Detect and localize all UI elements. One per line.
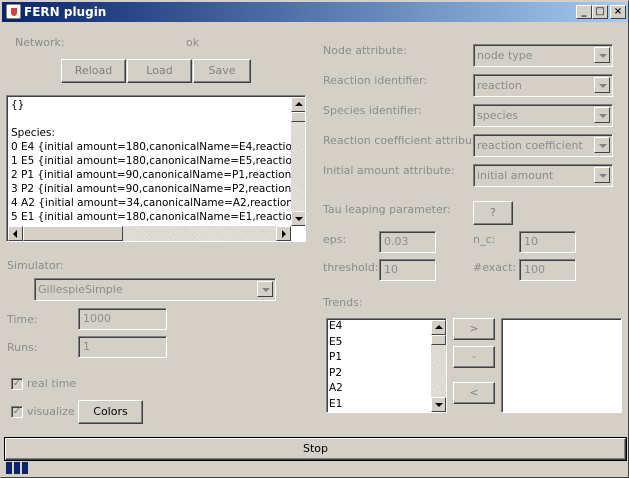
eps-label: eps: <box>323 233 347 246</box>
load-button[interactable]: Load <box>127 59 192 83</box>
species-identifier-value: species <box>477 109 519 122</box>
network-text: {} Species: 0 E4 {initial amount=180,can… <box>11 99 305 223</box>
progress-block <box>22 462 28 474</box>
list-item[interactable]: P2 <box>327 366 446 382</box>
chevron-down-icon[interactable] <box>594 77 610 93</box>
minimize-button[interactable]: _ <box>576 5 592 19</box>
visualize-label: visualize <box>27 405 75 418</box>
nc-label: n_c: <box>473 233 496 246</box>
visualize-checkbox[interactable]: ✓ <box>11 406 23 418</box>
scroll-left-button[interactable] <box>8 226 23 241</box>
list-item[interactable]: E1 <box>327 397 446 413</box>
list-vscroll[interactable] <box>431 320 446 412</box>
window-title: FERN plugin <box>24 5 107 19</box>
list-item[interactable]: A2 <box>327 381 446 397</box>
list-item[interactable]: P1 <box>327 350 446 366</box>
stop-button[interactable]: Stop <box>5 438 626 460</box>
tau-label: Tau leaping parameter: <box>323 203 451 216</box>
simulator-value: GillespieSimple <box>38 283 123 296</box>
network-label: Network: <box>15 36 65 49</box>
chevron-down-icon[interactable] <box>594 167 610 183</box>
vscroll-thumb[interactable] <box>431 335 446 345</box>
maximize-button[interactable]: □ <box>592 5 608 19</box>
reaction-coefficient-label: Reaction coefficient attribute: <box>323 134 487 147</box>
species-identifier-label: Species identifier: <box>323 104 422 117</box>
remove-all-trends-button[interactable]: < <box>453 382 495 404</box>
initial-amount-label: Initial amount attribute: <box>323 164 455 177</box>
tau-help-button[interactable]: ? <box>473 201 513 225</box>
close-button[interactable]: × <box>610 5 626 19</box>
initial-amount-select[interactable]: initial amount <box>473 164 613 187</box>
scroll-up-button[interactable] <box>431 320 446 335</box>
reaction-coefficient-value: reaction coefficient <box>477 139 583 152</box>
reaction-identifier-select[interactable]: reaction <box>473 74 613 97</box>
hscroll-thumb[interactable] <box>23 226 123 241</box>
chevron-down-icon[interactable] <box>257 281 273 297</box>
trends-label: Trends: <box>323 296 363 309</box>
scroll-down-button[interactable] <box>431 397 446 412</box>
reaction-coefficient-select[interactable]: reaction coefficient <box>473 134 613 157</box>
scroll-right-button[interactable] <box>276 226 291 241</box>
title-bar[interactable]: FERN plugin _ □ × <box>2 2 628 22</box>
nc-field[interactable]: 10 <box>519 231 576 253</box>
simulator-label: Simulator: <box>7 259 64 272</box>
list-item[interactable]: E5 <box>327 335 446 351</box>
species-list[interactable]: E4 E5 P1 P2 A2 E1 <box>326 318 447 413</box>
simulator-select[interactable]: GillespieSimple <box>34 278 276 301</box>
plugin-window: FERN plugin _ □ × Network: ok Reload Loa… <box>0 0 629 478</box>
reaction-identifier-value: reaction <box>477 79 522 92</box>
threshold-label: threshold: <box>323 261 379 274</box>
runs-field[interactable]: 1 <box>78 336 167 358</box>
exact-label: #exact: <box>473 261 517 274</box>
colors-button[interactable]: Colors <box>78 400 143 424</box>
progress-block <box>14 462 20 474</box>
reaction-identifier-label: Reaction identifier: <box>323 74 428 87</box>
node-attribute-value: node type <box>477 49 533 62</box>
scroll-down-button[interactable] <box>291 211 305 226</box>
textarea-vscroll[interactable] <box>291 97 305 226</box>
node-attribute-label: Node attribute: <box>323 44 407 57</box>
java-icon <box>6 4 21 19</box>
threshold-field[interactable]: 10 <box>379 259 436 281</box>
time-field[interactable]: 1000 <box>78 308 167 330</box>
progress-block <box>6 462 12 474</box>
exact-field[interactable]: 100 <box>519 259 576 281</box>
node-attribute-select[interactable]: node type <box>473 44 613 67</box>
species-identifier-select[interactable]: species <box>473 104 613 127</box>
list-item[interactable]: E4 <box>327 319 446 335</box>
progress-bar <box>5 462 625 475</box>
realtime-label: real time <box>27 377 77 390</box>
save-button[interactable]: Save <box>193 59 251 83</box>
chevron-down-icon[interactable] <box>594 47 610 63</box>
chevron-down-icon[interactable] <box>594 107 610 123</box>
reload-button[interactable]: Reload <box>61 59 126 83</box>
time-label: Time: <box>7 313 38 326</box>
scroll-up-button[interactable] <box>291 97 305 112</box>
network-status: ok <box>186 36 200 49</box>
chevron-down-icon[interactable] <box>594 137 610 153</box>
realtime-checkbox[interactable]: ✓ <box>11 378 23 390</box>
selected-trends-list[interactable] <box>501 318 622 413</box>
network-textarea[interactable]: {} Species: 0 E4 {initial amount=180,can… <box>6 95 306 242</box>
textarea-hscroll[interactable] <box>8 226 291 241</box>
eps-field[interactable]: 0.03 <box>379 231 436 253</box>
add-trend-button[interactable]: > <box>453 318 495 340</box>
runs-label: Runs: <box>7 341 38 354</box>
initial-amount-value: initial amount <box>477 169 554 182</box>
remove-trend-button[interactable]: - <box>453 346 495 368</box>
vscroll-thumb[interactable] <box>291 112 305 122</box>
